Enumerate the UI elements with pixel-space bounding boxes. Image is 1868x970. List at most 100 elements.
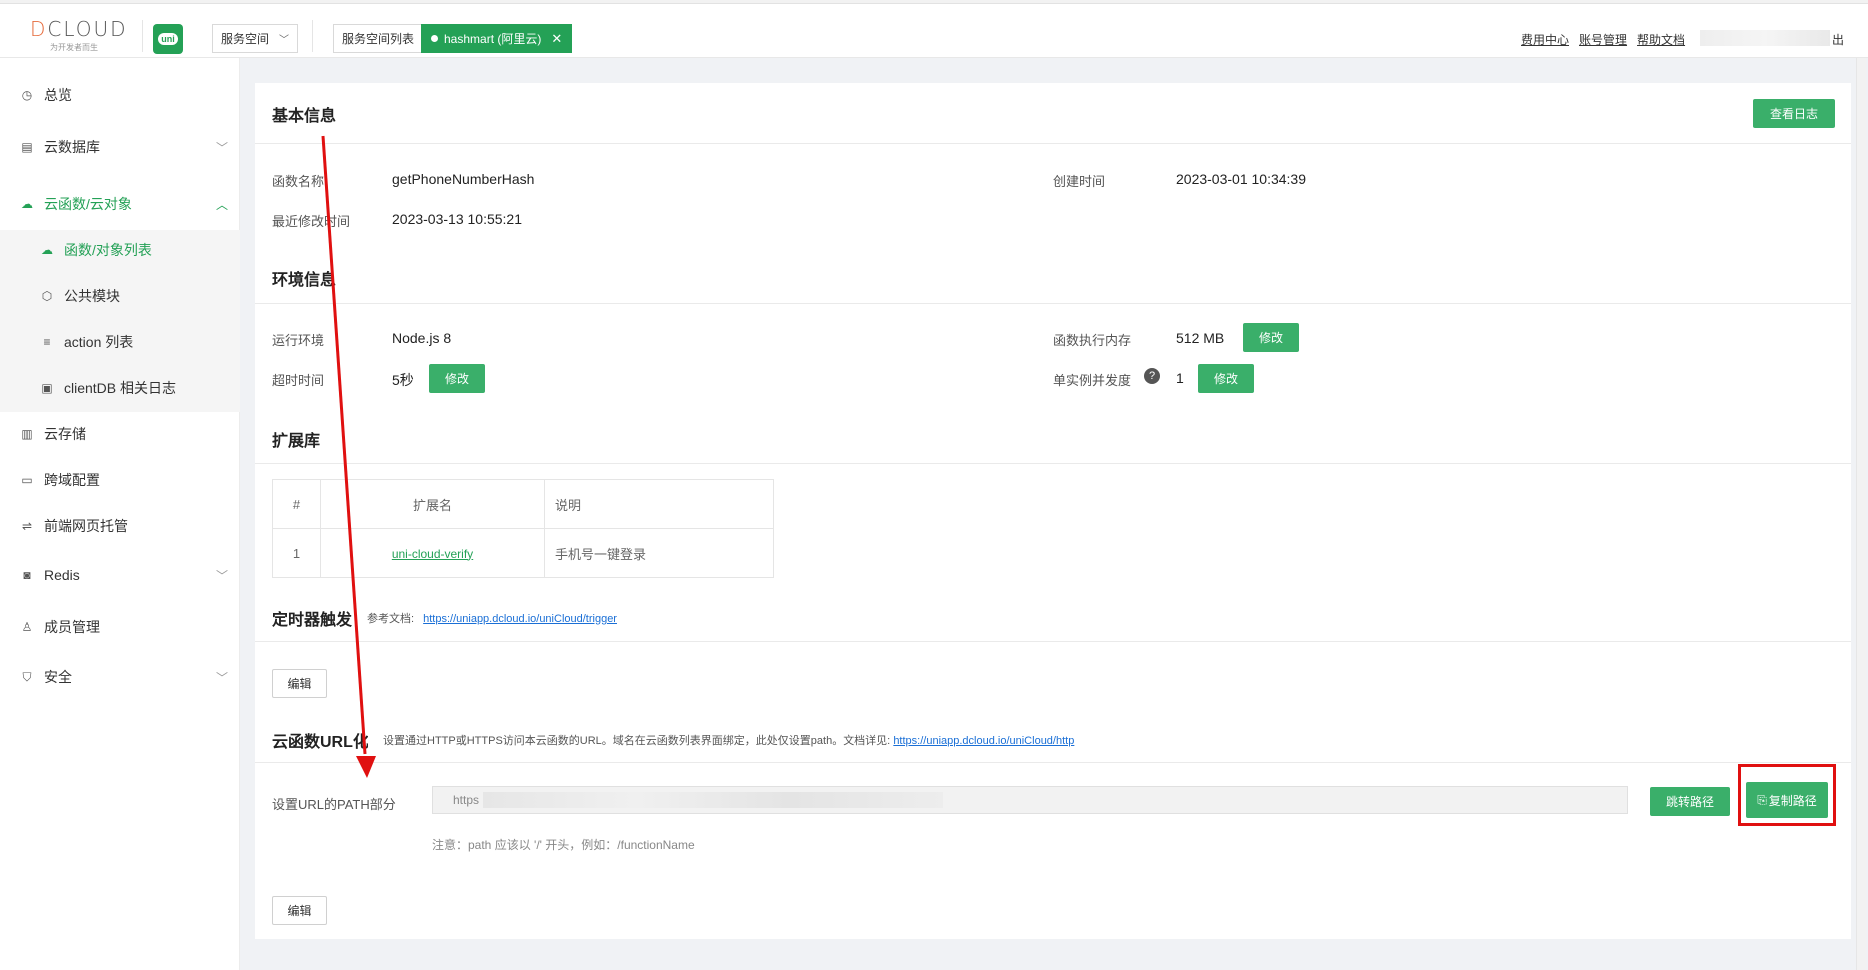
env-info-title: 环境信息: [272, 272, 337, 289]
chevron-down-icon: ﹀: [279, 35, 289, 46]
sidebar-item-hosting[interactable]: ⇌ 前端网页托管: [0, 506, 240, 546]
table-header: 扩展名: [320, 479, 545, 529]
cube-icon: ⬡: [41, 289, 53, 303]
url-blurred: [483, 792, 944, 808]
logo-slogan: 为开发者而生: [50, 43, 98, 52]
sidebar-subitem-common-modules[interactable]: ⬡ 公共模块: [0, 276, 240, 316]
edit-memory-button[interactable]: 修改: [1243, 323, 1299, 352]
modified-value: 2023-03-13 10:55:21: [392, 211, 522, 227]
page-scrollbar[interactable]: [1856, 58, 1866, 970]
annotation-highlight-box: [1738, 764, 1836, 826]
table-cell: 1: [272, 528, 321, 578]
runtime-value: Node.js 8: [392, 330, 452, 346]
sidebar-subitem-clientdb-log[interactable]: ▣ clientDB 相关日志: [0, 368, 240, 408]
question-icon[interactable]: ?: [1144, 368, 1160, 384]
chevron-down-icon: ﹀: [215, 140, 228, 155]
trigger-ref: 参考文档: https://uniapp.dcloud.io/uniCloud/…: [367, 613, 617, 625]
shield-icon: ⛉: [22, 669, 32, 684]
url-doc-link[interactable]: https://uniapp.dcloud.io/uniCloud/http: [893, 735, 1074, 747]
modified-label: 最近修改时间: [272, 214, 351, 229]
edit-timeout-button[interactable]: 修改: [429, 364, 485, 393]
jump-path-button[interactable]: 跳转路径: [1650, 787, 1730, 816]
divider: [312, 20, 313, 52]
help-link[interactable]: 帮助文档: [1637, 31, 1685, 48]
runtime-label: 运行环境: [272, 333, 325, 348]
concurrency-label: 单实例并发度: [1053, 373, 1132, 388]
uni-app-icon[interactable]: uni: [153, 24, 183, 54]
divider: [255, 641, 1851, 642]
table-cell: 手机号一键登录: [544, 528, 774, 578]
extensions-title: 扩展库: [272, 433, 321, 450]
cors-icon: ▭: [21, 473, 33, 487]
edit-trigger-button[interactable]: 编辑: [272, 669, 327, 698]
sidebar-item-database[interactable]: ▤ 云数据库 ﹀: [0, 127, 240, 167]
database-icon: ▤: [21, 140, 33, 154]
table-cell: uni-cloud-verify: [320, 528, 545, 578]
logo-text: DCLOUD: [30, 17, 128, 41]
browser-edge: [0, 0, 1868, 4]
concurrency-value: 1: [1176, 370, 1184, 386]
sidebar-item-overview[interactable]: ◷ 总览: [0, 75, 240, 115]
url-title: 云函数URL化: [272, 734, 368, 751]
view-log-button[interactable]: 查看日志: [1753, 99, 1835, 128]
status-dot-icon: [431, 35, 438, 42]
table-row: 1 uni-cloud-verify 手机号一键登录: [272, 528, 774, 578]
top-links: 费用中心 账号管理 帮助文档: [1521, 31, 1685, 48]
trigger-doc-link[interactable]: https://uniapp.dcloud.io/uniCloud/trigge…: [423, 613, 617, 625]
created-label: 创建时间: [1053, 174, 1106, 189]
list-icon: ≡: [43, 335, 51, 349]
account-link[interactable]: 账号管理: [1579, 31, 1627, 48]
divider: [142, 20, 143, 52]
path-label: 设置URL的PATH部分: [272, 797, 396, 812]
edit-url-button[interactable]: 编辑: [272, 896, 327, 925]
chevron-down-icon: ﹀: [215, 568, 228, 583]
dcloud-logo[interactable]: DCLOUD 为开发者而生: [30, 18, 130, 54]
timeout-label: 超时时间: [272, 373, 325, 388]
sidebar-subitem-action-list[interactable]: ≡ action 列表: [0, 322, 240, 362]
user-info-blurred: [1700, 30, 1830, 46]
url-path-input[interactable]: https: [432, 786, 1628, 814]
extensions-table: # 扩展名 说明 1 uni-cloud-verify 手机号一键登录: [272, 479, 774, 578]
basic-info-title: 基本信息: [272, 108, 337, 125]
cloud-icon: ☁: [41, 243, 53, 257]
edit-concurrency-button[interactable]: 修改: [1198, 364, 1254, 393]
redis-icon: ◙: [23, 568, 31, 582]
created-value: 2023-03-01 10:34:39: [1176, 171, 1306, 187]
memory-value: 512 MB: [1176, 330, 1225, 346]
sidebar-item-storage[interactable]: ▥ 云存储: [0, 414, 240, 454]
logout-link[interactable]: 出: [1832, 31, 1844, 48]
storage-icon: ▥: [21, 427, 33, 441]
billing-link[interactable]: 费用中心: [1521, 31, 1569, 48]
hosting-icon: ⇌: [21, 519, 33, 533]
space-list-button[interactable]: 服务空间列表: [333, 24, 424, 53]
sidebar-item-members[interactable]: ♙ 成员管理: [0, 607, 240, 647]
sidebar-subitem-function-list[interactable]: ☁ 函数/对象列表: [0, 230, 240, 270]
table-header: #: [272, 479, 321, 529]
cloud-icon: ☁: [21, 197, 33, 211]
table-header-row: # 扩展名 说明: [272, 479, 774, 529]
sidebar-item-cors[interactable]: ▭ 跨域配置: [0, 460, 240, 500]
sidebar-item-security[interactable]: ⛉ 安全 ﹀: [0, 657, 240, 697]
timeout-value: 5秒: [392, 372, 414, 388]
divider: [255, 463, 1851, 464]
divider: [255, 762, 1851, 763]
active-space-tag[interactable]: hashmart (阿里云) ✕: [421, 24, 573, 53]
divider: [255, 143, 1851, 144]
chevron-up-icon: ︿: [215, 197, 228, 212]
divider: [255, 303, 1851, 304]
sidebar-item-cloud-functions[interactable]: ☁ 云函数/云对象 ︿: [0, 184, 240, 224]
url-desc: 设置通过HTTP或HTTPS访问本云函数的URL。域名在云函数列表界面绑定，此处…: [383, 735, 1075, 747]
memory-label: 函数执行内存: [1053, 333, 1132, 348]
path-note: 注意：path 应该以 '/' 开头，例如：/functionName: [432, 838, 695, 852]
close-icon[interactable]: ✕: [551, 31, 562, 47]
log-icon: ▣: [41, 381, 53, 395]
trigger-title: 定时器触发: [272, 612, 353, 629]
space-dropdown[interactable]: 服务空间 ﹀: [212, 24, 298, 53]
user-icon: ♙: [21, 620, 33, 634]
chevron-down-icon: ﹀: [215, 670, 228, 685]
clock-icon: ◷: [21, 88, 33, 102]
extension-link[interactable]: uni-cloud-verify: [392, 547, 473, 561]
table-header: 说明: [544, 479, 774, 529]
fn-name-value: getPhoneNumberHash: [392, 171, 535, 187]
sidebar-item-redis[interactable]: ◙ Redis ﹀: [0, 555, 240, 595]
